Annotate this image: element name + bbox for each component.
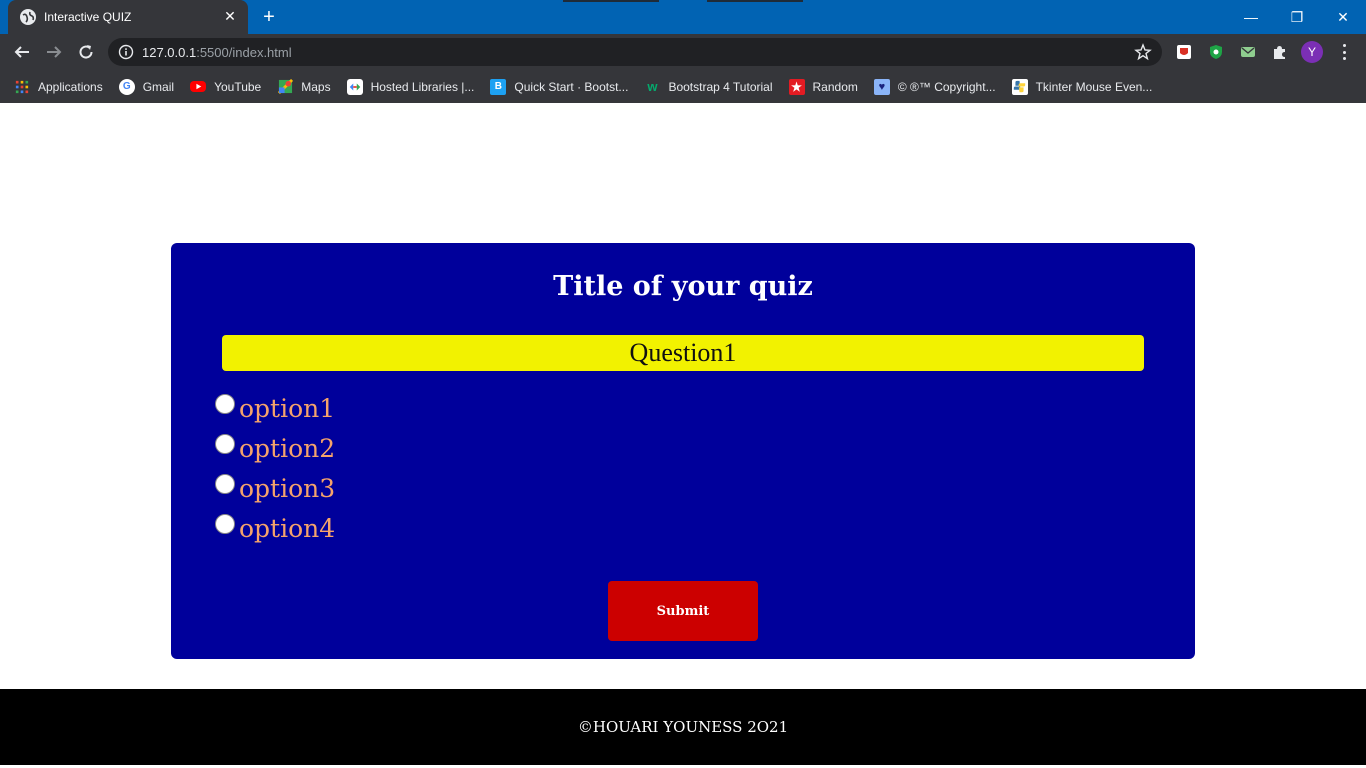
bookmark-random[interactable]: ★ Random [788,78,858,95]
profile-avatar[interactable]: Y [1301,41,1323,63]
browser-menu-icon[interactable] [1336,42,1352,62]
address-bar[interactable]: 127.0.0.1:5500/index.html [108,38,1162,66]
url-path: :5500/index.html [196,44,292,60]
bookmark-applications[interactable]: Applications [14,79,103,95]
reload-icon [79,45,93,59]
bookmark-gmail[interactable]: G Gmail [118,78,175,95]
bookmark-tkinter-mouse-events[interactable]: Tkinter Mouse Even... [1011,78,1153,95]
option-2-radio[interactable] [215,434,235,454]
bookmark-bootstrap-4-tutorial[interactable]: w Bootstrap 4 Tutorial [644,79,772,95]
close-window-button[interactable]: ✕ [1320,0,1366,34]
heart-icon: ♥ [873,78,890,95]
option-3-radio[interactable] [215,474,235,494]
footer-copyright: ©HOUARI YOUNESS 2O21 [577,718,789,736]
window-hint [563,0,659,2]
apps-grid-icon [14,79,30,95]
forward-arrow-icon [47,46,62,58]
maps-icon [277,79,293,95]
bookmark-label: Gmail [142,79,175,94]
python-icon [1011,78,1028,95]
bookmark-label: Random [812,79,858,94]
quiz-card: Title of your quiz Question1 option1 opt… [171,243,1195,659]
browser-toolbar: 127.0.0.1:5500/index.html Y [0,34,1366,70]
option-3-label[interactable]: option3 [239,475,335,503]
bookmark-label: Hosted Libraries |... [370,79,475,94]
bookmark-label: Applications [38,79,103,94]
star-icon: ★ [788,78,805,95]
bookmarks-bar: Applications G Gmail YouTube Maps Hosted… [0,70,1366,103]
bookmark-copyright[interactable]: ♥ © ®™ Copyright... [873,78,996,95]
bookmark-label: Tkinter Mouse Even... [1035,79,1153,94]
bookmark-label: Maps [301,79,331,94]
minimize-button[interactable]: — [1228,0,1274,34]
bookmark-maps[interactable]: Maps [277,79,331,95]
bootstrap-icon: B [490,78,507,95]
browser-tab[interactable]: Interactive QUIZ ✕ [8,0,248,34]
option-3[interactable]: option3 [215,473,335,513]
bookmark-label: Quick Start · Bootst... [514,79,629,94]
bookmark-label: Bootstrap 4 Tutorial [668,79,773,94]
google-icon: G [118,78,135,95]
quiz-title: Title of your quiz [553,271,813,302]
bookmark-label: YouTube [214,79,262,94]
bookmark-label: © ®™ Copyright... [897,79,996,94]
browser-titlebar: Interactive QUIZ ✕ + — ❐ ✕ [0,0,1366,34]
info-icon[interactable] [118,44,134,60]
page-viewport: Title of your quiz Question1 option1 opt… [0,103,1366,768]
url-host: 127.0.0.1 [142,44,197,60]
option-1[interactable]: option1 [215,393,335,433]
option-2[interactable]: option2 [215,433,335,473]
reload-button[interactable] [72,38,100,66]
window-hint [707,0,803,2]
tab-title: Interactive QUIZ [44,10,132,24]
options-list: option1 option2 option3 option4 [215,393,335,553]
option-2-label[interactable]: option2 [239,435,335,463]
restore-button[interactable]: ❐ [1274,0,1320,34]
page-footer: ©HOUARI YOUNESS 2O21 [0,689,1366,765]
w3-icon: w [647,79,658,94]
option-4-label[interactable]: option4 [239,515,335,543]
youtube-icon [190,81,207,92]
option-4-radio[interactable] [215,514,235,534]
option-4[interactable]: option4 [215,513,335,553]
extension-shield-red-icon[interactable] [1174,42,1194,62]
option-1-label[interactable]: option1 [239,395,335,423]
tab-close-icon[interactable]: ✕ [222,9,238,25]
option-1-radio[interactable] [215,394,235,414]
window-controls: — ❐ ✕ [1228,0,1366,34]
back-button[interactable] [8,38,36,66]
dev-icon [346,78,363,95]
extension-mail-icon[interactable] [1238,42,1258,62]
forward-button[interactable] [40,38,68,66]
bookmark-hosted-libraries[interactable]: Hosted Libraries |... [346,78,475,95]
bookmark-youtube[interactable]: YouTube [190,80,261,94]
submit-button[interactable]: Submit [608,581,758,641]
back-arrow-icon [14,46,29,58]
bookmark-quick-start-bootstrap[interactable]: B Quick Start · Bootst... [490,78,629,95]
new-tab-button[interactable]: + [258,6,280,28]
extension-shield-green-icon[interactable] [1206,42,1226,62]
extensions-puzzle-icon[interactable] [1270,42,1290,62]
question-text: Question1 [222,335,1144,371]
bookmark-star-icon[interactable] [1134,43,1152,61]
globe-icon [20,9,36,25]
